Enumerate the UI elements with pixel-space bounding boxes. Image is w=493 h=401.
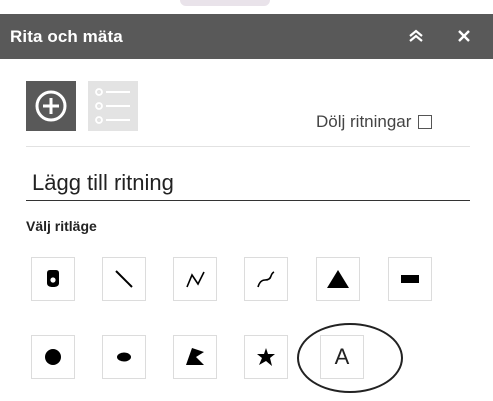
polyline-icon	[186, 271, 205, 288]
freehand-line-tool-button[interactable]	[244, 257, 288, 301]
list-icon	[95, 88, 130, 124]
draw-measure-panel: Rita och mäta Dölj ritningar Lägg till r…	[0, 14, 493, 401]
add-drawing-mode-button[interactable]	[26, 81, 76, 131]
rectangle-icon	[401, 275, 419, 283]
freehand-polygon-icon	[257, 348, 275, 366]
point-tool-button[interactable]	[31, 257, 75, 301]
divider	[26, 146, 470, 147]
freehand-line-icon	[257, 271, 275, 288]
freehand-polygon-tool-button[interactable]	[244, 335, 288, 379]
line-icon	[115, 270, 133, 288]
triangle-icon	[327, 270, 349, 288]
circle-icon	[45, 349, 61, 365]
point-marker-icon	[47, 270, 59, 287]
section-underline	[26, 200, 470, 201]
close-icon[interactable]	[452, 24, 476, 48]
text-tool-button[interactable]: A	[320, 335, 364, 379]
polyline-tool-button[interactable]	[173, 257, 217, 301]
draw-mode-label: Välj ritläge	[26, 218, 97, 234]
rectangle-tool-button[interactable]	[388, 257, 432, 301]
panel-header: Rita och mäta	[0, 14, 493, 59]
circle-tool-button[interactable]	[31, 335, 75, 379]
list-drawings-mode-button[interactable]	[88, 81, 138, 131]
top-strip	[0, 0, 493, 14]
plus-circle-icon	[35, 90, 67, 122]
triangle-tool-button[interactable]	[316, 257, 360, 301]
background-tab	[180, 0, 270, 6]
panel-title: Rita och mäta	[10, 27, 123, 46]
ellipse-tool-button[interactable]	[102, 335, 146, 379]
polygon-icon	[186, 348, 204, 365]
hide-drawings-label: Dölj ritningar	[316, 112, 412, 131]
hide-drawings-checkbox[interactable]	[418, 115, 433, 129]
line-tool-button[interactable]	[102, 257, 146, 301]
polygon-tool-button[interactable]	[173, 335, 217, 379]
text-icon: A	[334, 344, 350, 369]
section-title: Lägg till ritning	[32, 170, 174, 195]
hide-drawings-row: Dölj ritningar	[316, 112, 433, 132]
ellipse-icon	[117, 352, 131, 362]
chevron-double-up-icon[interactable]	[404, 24, 428, 48]
